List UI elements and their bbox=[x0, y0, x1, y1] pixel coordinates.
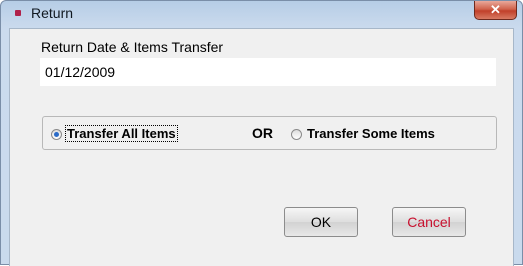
app-icon bbox=[15, 10, 21, 16]
window-title: Return bbox=[31, 5, 74, 21]
transfer-some-label[interactable]: Transfer Some Items bbox=[307, 126, 435, 141]
transfer-all-radio[interactable] bbox=[51, 129, 62, 140]
transfer-options-group: Transfer All Items OR Transfer Some Item… bbox=[42, 116, 497, 150]
or-separator: OR bbox=[252, 125, 273, 141]
return-date-input[interactable] bbox=[40, 58, 496, 86]
title-bar[interactable]: Return ✕ bbox=[1, 1, 522, 27]
close-button[interactable]: ✕ bbox=[474, 1, 517, 20]
dialog-body: Return Date & Items Transfer Transfer Al… bbox=[9, 28, 514, 266]
return-date-label: Return Date & Items Transfer bbox=[41, 39, 224, 55]
cancel-button[interactable]: Cancel bbox=[392, 207, 466, 237]
transfer-some-radio[interactable] bbox=[291, 129, 302, 140]
return-dialog: Return ✕ Return Date & Items Transfer Tr… bbox=[0, 0, 523, 266]
transfer-all-label[interactable]: Transfer All Items bbox=[65, 125, 178, 142]
ok-button[interactable]: OK bbox=[284, 207, 358, 237]
